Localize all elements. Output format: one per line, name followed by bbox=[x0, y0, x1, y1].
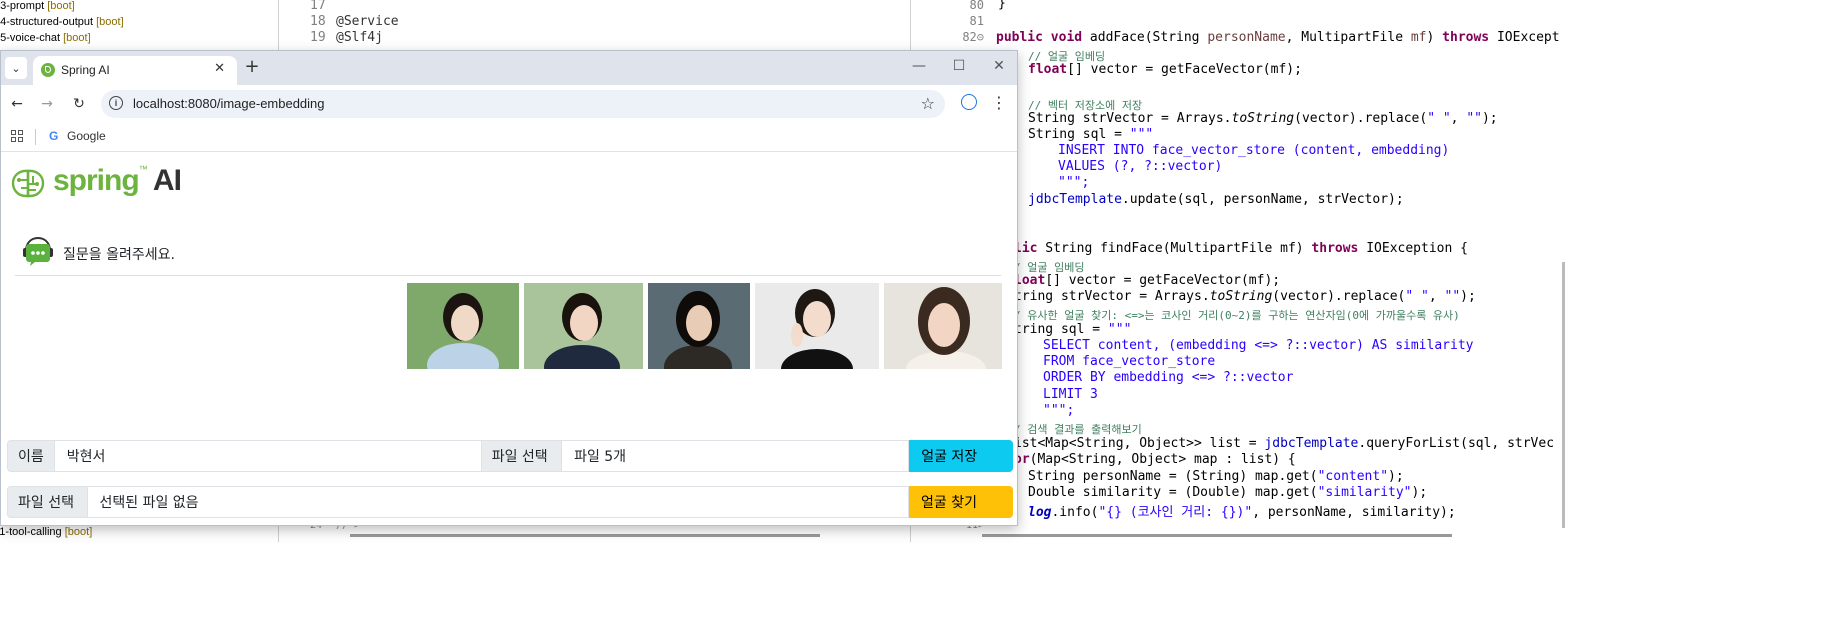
profile-icon[interactable] bbox=[961, 94, 977, 110]
code-line: loat[] vector = getFaceVector(mf); bbox=[1014, 273, 1281, 288]
code-line: String personName = (String) map.get("co… bbox=[1028, 469, 1404, 484]
code-line: VALUES (?, ?::vector) bbox=[1058, 159, 1223, 174]
prompt-row: 질문을 올려주세요. bbox=[15, 235, 1001, 276]
browser-window: ⌄ Spring AI ✕ + — ☐ ✕ ← → ↻ i localhost:… bbox=[0, 50, 1018, 526]
face-image-2 bbox=[524, 283, 643, 369]
code-line: lic String findFace(MultipartFile mf) th… bbox=[1014, 241, 1468, 256]
tab-search-button[interactable]: ⌄ bbox=[5, 57, 27, 79]
code-line: 18 @Service bbox=[310, 14, 399, 29]
new-tab-button[interactable]: + bbox=[241, 57, 263, 79]
tree-item-label: 11-tool-calling bbox=[0, 526, 62, 538]
code-line: jdbcTemplate.update(sql, personName, str… bbox=[1028, 192, 1404, 207]
back-arrow-icon[interactable]: ← bbox=[7, 94, 27, 114]
file-select-button[interactable]: 파일 선택 bbox=[481, 440, 563, 472]
spring-ai-brain-icon bbox=[11, 169, 45, 198]
spring-favicon-icon bbox=[41, 63, 55, 77]
apps-grid-icon[interactable] bbox=[11, 130, 23, 142]
code-line: ORDER BY embedding <=> ?::vector bbox=[1043, 370, 1294, 385]
code-line: String sql = """ bbox=[1028, 127, 1154, 142]
tree-item-prompt[interactable]: 03-prompt [boot] bbox=[0, 0, 75, 12]
code-line: 17 bbox=[310, 0, 336, 13]
code-line: or(Map<String, Object> map : list) { bbox=[1014, 452, 1296, 467]
bookmark-star-icon[interactable]: ☆ bbox=[921, 94, 935, 113]
code-line: } bbox=[998, 0, 1006, 11]
tree-item-tag: [boot] bbox=[96, 16, 124, 28]
find-face-button[interactable]: 얼굴 찾기 bbox=[909, 486, 1013, 518]
tree-item-tool-calling[interactable]: 11-tool-calling [boot] bbox=[0, 526, 92, 538]
save-face-button[interactable]: 얼굴 저장 bbox=[909, 440, 1013, 472]
face-image-1 bbox=[407, 283, 519, 369]
bookmark-google[interactable]: Google bbox=[67, 129, 106, 143]
close-window-button[interactable]: ✕ bbox=[989, 58, 1009, 74]
more-menu-icon[interactable]: ⋮ bbox=[991, 93, 1007, 112]
code-line: log.info("{} (코사인 거리: {})", personName, … bbox=[1028, 505, 1456, 520]
code-comment: / 검색 결과를 출력해보기 bbox=[1014, 423, 1142, 436]
line-number: 18 bbox=[310, 14, 326, 29]
code-line: """; bbox=[1058, 175, 1090, 190]
horizontal-scrollbar[interactable] bbox=[350, 534, 820, 537]
google-icon: G bbox=[49, 129, 59, 143]
address-bar[interactable]: i localhost:8080/image-embedding ☆ bbox=[101, 90, 945, 118]
chevron-down-icon: ⌄ bbox=[11, 61, 21, 75]
code-line: String strVector = Arrays.toString(vecto… bbox=[1028, 111, 1498, 126]
tree-item-label: 05-voice-chat bbox=[0, 32, 61, 44]
code-line: FROM face_vector_store bbox=[1043, 354, 1216, 369]
code-text: @Service bbox=[336, 14, 399, 29]
tree-item-structured-output[interactable]: 04-structured-output [boot] bbox=[0, 16, 124, 28]
line-number: 17 bbox=[310, 0, 326, 13]
code-line: 19 @Slf4j bbox=[310, 30, 383, 45]
tree-item-tag: [boot] bbox=[64, 526, 93, 538]
close-tab-icon[interactable]: ✕ bbox=[214, 61, 225, 76]
spring-ai-logo: spring™ AI bbox=[53, 164, 182, 197]
save-face-form: 이름 박현서 파일 선택 파일 5개 얼굴 저장 bbox=[7, 440, 1013, 472]
prompt-text: 질문을 올려주세요. bbox=[63, 247, 175, 263]
horizontal-scrollbar[interactable] bbox=[982, 534, 1452, 537]
site-info-icon[interactable]: i bbox=[109, 96, 123, 110]
vertical-scrollbar[interactable] bbox=[1562, 262, 1565, 528]
browser-tab[interactable]: Spring AI ✕ bbox=[33, 56, 237, 85]
name-label: 이름 bbox=[7, 440, 55, 472]
code-line: tring strVector = Arrays.toString(vector… bbox=[1014, 289, 1476, 304]
code-line: LIMIT 3 bbox=[1043, 387, 1098, 402]
face-image-4 bbox=[755, 283, 879, 369]
tree-item-label: 03-prompt bbox=[0, 0, 45, 12]
line-number: 19 bbox=[310, 30, 326, 45]
code-line: ist<Map<String, Object>> list = jdbcTemp… bbox=[1014, 436, 1555, 451]
line-number: 81 bbox=[969, 14, 984, 28]
file-status-text[interactable]: 파일 5개 bbox=[562, 440, 910, 472]
forward-arrow-icon[interactable]: → bbox=[37, 94, 57, 114]
code-text: @Slf4j bbox=[336, 30, 383, 45]
tree-item-voice-chat[interactable]: 05-voice-chat [boot] bbox=[0, 32, 91, 44]
tree-item-tag: [boot] bbox=[47, 0, 75, 12]
tree-item-tag: [boot] bbox=[63, 32, 91, 44]
bookmarks-bar: G Google bbox=[1, 123, 1017, 152]
code-line: Double similarity = (Double) map.get("si… bbox=[1028, 485, 1428, 500]
minimize-button[interactable]: — bbox=[909, 58, 929, 74]
line-number: 80 bbox=[969, 0, 984, 12]
bookmark-separator bbox=[35, 129, 36, 145]
browser-toolbar: ← → ↻ i localhost:8080/image-embedding ☆… bbox=[1, 85, 1017, 123]
code-line: SELECT content, (embedding <=> ?::vector… bbox=[1043, 338, 1474, 353]
file-select-button[interactable]: 파일 선택 bbox=[7, 486, 88, 518]
tab-strip: ⌄ Spring AI ✕ + — ☐ ✕ bbox=[1, 51, 1017, 85]
name-input[interactable]: 박현서 bbox=[54, 440, 482, 472]
chat-bot-icon bbox=[23, 236, 53, 266]
maximize-button[interactable]: ☐ bbox=[949, 58, 969, 74]
face-image-5 bbox=[884, 283, 1002, 369]
reload-icon[interactable]: ↻ bbox=[69, 94, 89, 114]
line-number: 82⊝ bbox=[962, 30, 984, 44]
face-image-3 bbox=[648, 283, 750, 369]
file-status-text[interactable]: 선택된 파일 없음 bbox=[87, 486, 910, 518]
url-text[interactable]: localhost:8080/image-embedding bbox=[133, 96, 325, 111]
code-line: """; bbox=[1043, 403, 1075, 418]
code-line: float[] vector = getFaceVector(mf); bbox=[1028, 62, 1302, 77]
code-line: INSERT INTO face_vector_store (content, … bbox=[1058, 143, 1450, 158]
code-line: tring sql = """ bbox=[1014, 322, 1132, 337]
image-gallery bbox=[1, 283, 1017, 369]
tab-title: Spring AI bbox=[61, 63, 110, 77]
tree-item-label: 04-structured-output bbox=[0, 16, 94, 28]
find-face-form: 파일 선택 선택된 파일 없음 얼굴 찾기 bbox=[7, 486, 1013, 518]
code-comment: / 유사한 얼굴 찾기: <=>는 코사인 거리(0~2)를 구하는 연산자임(… bbox=[1014, 309, 1460, 322]
code-line: public void addFace(String personName, M… bbox=[996, 30, 1560, 45]
